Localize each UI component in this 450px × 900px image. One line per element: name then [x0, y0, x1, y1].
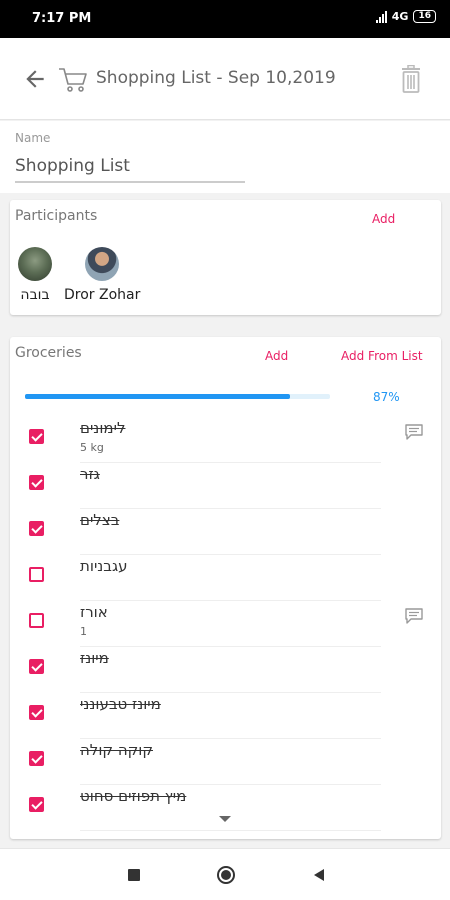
item-name: מיונז טבעונני — [80, 695, 161, 713]
home-icon[interactable] — [216, 865, 236, 885]
item-quantity: 5 kg — [80, 441, 104, 454]
item-checkbox[interactable] — [29, 475, 44, 490]
status-indicators: 4G 16 — [375, 10, 436, 23]
item-checkbox[interactable] — [29, 797, 44, 812]
groceries-card: Groceries Add Add From List 87% לימונים 5… — [10, 337, 441, 839]
name-label: Name — [15, 131, 51, 145]
battery-icon: 16 — [413, 10, 436, 23]
system-nav-bar — [0, 848, 450, 900]
participant-name: Dror Zohar — [64, 287, 141, 303]
comment-icon[interactable] — [404, 607, 424, 625]
status-bar: 7:17 PM 4G 16 — [0, 0, 450, 38]
avatar — [18, 247, 52, 281]
item-checkbox[interactable] — [29, 567, 44, 582]
item-quantity: 1 — [80, 625, 87, 638]
grocery-item[interactable]: מיונז טבעונני — [10, 693, 441, 739]
status-time: 7:17 PM — [32, 11, 92, 26]
name-section: Name Shopping List — [0, 121, 450, 193]
item-checkbox[interactable] — [29, 751, 44, 766]
item-name: גזר — [80, 465, 100, 483]
page-title: Shopping List - Sep 10,2019 — [96, 68, 336, 88]
item-name: מיץ תפוזים סחוט — [80, 787, 187, 805]
grocery-item[interactable]: עגבניות — [10, 555, 441, 601]
app-bar: Shopping List - Sep 10,2019 — [0, 38, 450, 120]
participant-name: בובה — [20, 287, 50, 303]
trash-icon[interactable] — [400, 65, 422, 93]
add-grocery-button[interactable]: Add — [265, 349, 288, 363]
item-name: בצלים — [80, 511, 120, 529]
grocery-item[interactable]: מיץ תפוזים סחוט — [10, 785, 441, 831]
participants-heading: Participants — [15, 208, 98, 224]
grocery-item[interactable]: אורז 1 — [10, 601, 441, 647]
grocery-item[interactable]: לימונים 5 kg — [10, 417, 441, 463]
progress-bar — [25, 394, 330, 399]
item-name: עגבניות — [80, 557, 128, 575]
network-type: 4G — [391, 10, 409, 23]
item-checkbox[interactable] — [29, 705, 44, 720]
item-name: מיונז — [80, 649, 109, 667]
groceries-heading: Groceries — [15, 345, 82, 361]
item-checkbox[interactable] — [29, 521, 44, 536]
avatar — [85, 247, 120, 281]
grocery-item[interactable]: קוקה קולה — [10, 739, 441, 785]
cart-icon — [59, 68, 87, 92]
participants-card: Participants Add בובה Dror Zohar — [10, 200, 441, 315]
item-name: אורז — [80, 603, 108, 621]
grocery-item[interactable]: מיונז — [10, 647, 441, 693]
arrow-back-icon[interactable] — [22, 66, 48, 92]
back-icon[interactable] — [309, 865, 329, 885]
item-checkbox[interactable] — [29, 429, 44, 444]
chevron-down-icon[interactable] — [218, 815, 232, 823]
grocery-item[interactable]: גזר — [10, 463, 441, 509]
progress-fill — [25, 394, 291, 399]
progress-percent: 87% — [373, 390, 400, 404]
add-participant-button[interactable]: Add — [372, 212, 395, 226]
item-divider — [80, 830, 381, 831]
item-checkbox[interactable] — [29, 659, 44, 674]
signal-icon — [375, 10, 387, 23]
add-from-list-button[interactable]: Add From List — [341, 349, 423, 363]
grocery-item[interactable]: בצלים — [10, 509, 441, 555]
participant[interactable]: בובה — [18, 247, 52, 303]
recents-icon[interactable] — [124, 865, 144, 885]
item-name: לימונים — [80, 419, 126, 437]
comment-icon[interactable] — [404, 423, 424, 441]
item-name: קוקה קולה — [80, 741, 153, 759]
item-checkbox[interactable] — [29, 613, 44, 628]
participant[interactable]: Dror Zohar — [64, 247, 140, 303]
name-input[interactable]: Shopping List — [15, 155, 245, 183]
